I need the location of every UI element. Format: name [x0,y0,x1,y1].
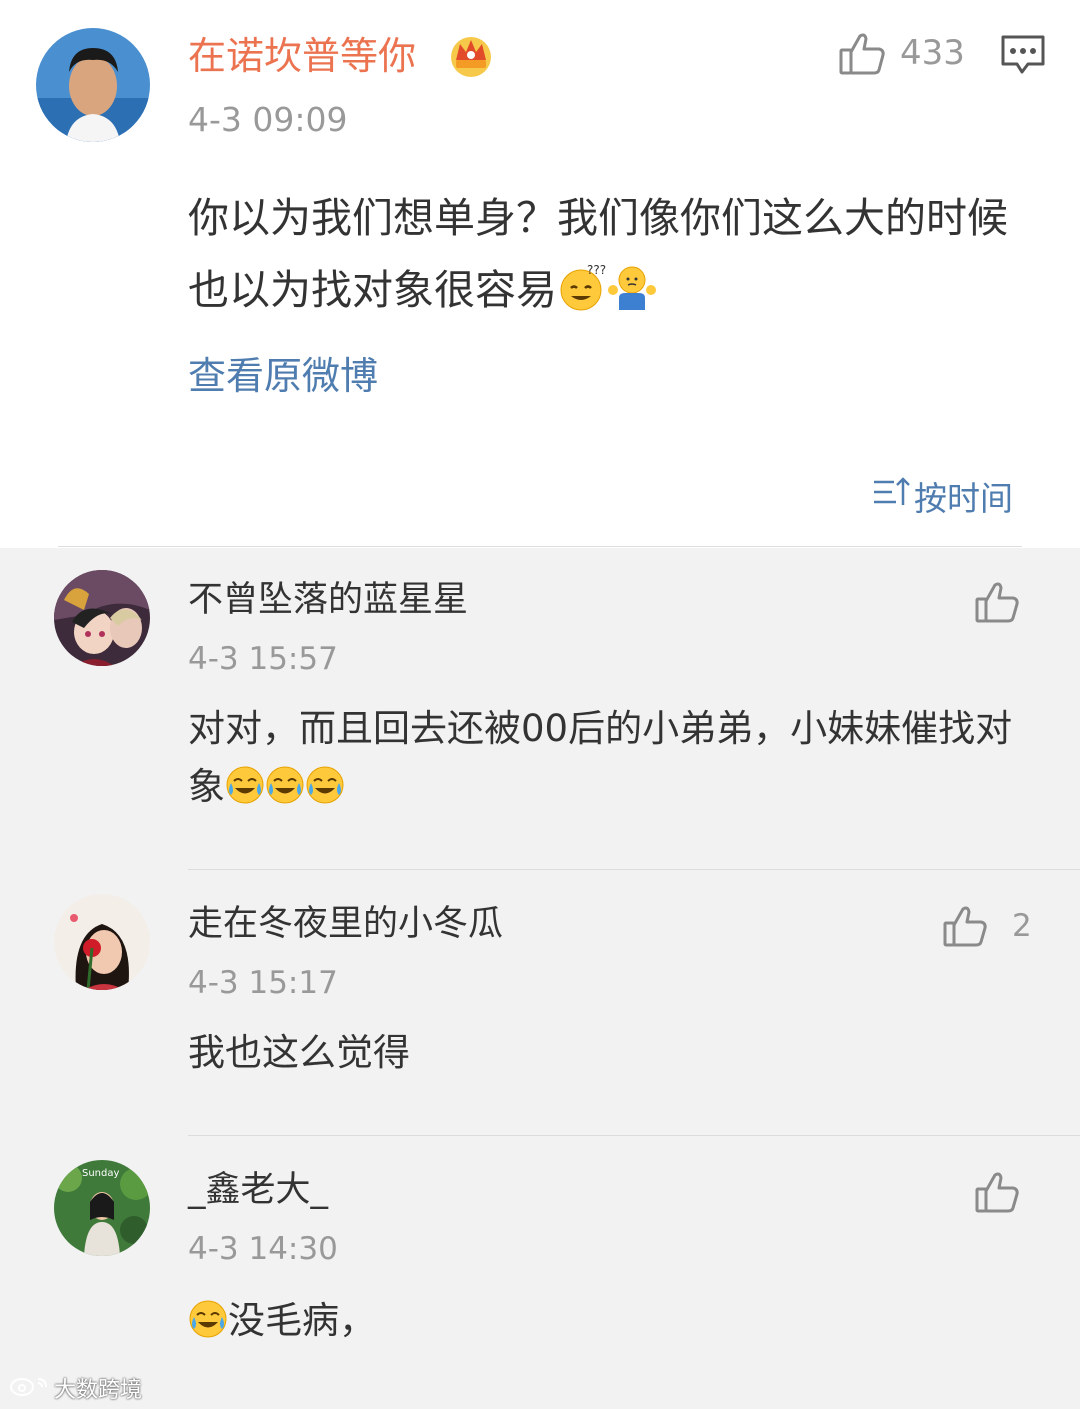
watermark: 大数跨境 [8,1372,142,1404]
list-item: Sunday _鑫老大_ 4-3 14:30 没毛病， [0,1136,1080,1409]
watermark-text: 大数跨境 [54,1378,143,1403]
thumbs-up-icon[interactable] [974,580,1020,624]
main-comment-card: 在诺坎普等你 4-3 09:09 433 你以为我们想单身？我们像你们这么大的时… [0,0,1080,548]
reply-timestamp: 4-3 15:57 [188,641,338,677]
reply-avatar[interactable] [54,894,150,990]
confused-face-emoji-icon: ??? [557,262,607,312]
crown-vip-icon [446,30,496,80]
thumbs-up-icon[interactable] [974,1170,1020,1214]
view-original-weibo-link[interactable]: 查看原微博 [188,350,378,402]
divider [58,546,1022,547]
main-comment-username[interactable]: 在诺坎普等你 [188,30,416,82]
list-item: 走在冬夜里的小冬瓜 2 4-3 15:17 我也这么觉得 [0,870,1080,1136]
crying-laugh-emoji-icon [188,1298,228,1338]
reply-text: 对对，而且回去还被00后的小弟弟，小妹妹催找对象 [188,700,1018,816]
reply-text: 我也这么觉得 [188,1024,1018,1082]
main-comment-text: 你以为我们想单身？我们像你们这么大的时候也以为找对象很容易??? [188,182,1028,326]
sort-label: 按时间 [914,479,1013,518]
reply-text: 没毛病， [188,1292,1018,1350]
svg-text:Sunday: Sunday [82,1168,119,1179]
reply-text-content: 我也这么觉得 [188,1031,410,1074]
main-comment-like-count: 433 [900,33,965,73]
shrug-emoji-icon [607,262,657,312]
svg-text:???: ??? [587,263,606,277]
list-item: 不曾坠落的蓝星星 4-3 15:57 对对，而且回去还被00后的小弟弟，小妹妹催… [0,548,1080,870]
reply-like-count: 2 [1012,908,1032,944]
reply-username[interactable]: 走在冬夜里的小冬瓜 [188,900,503,948]
crying-laugh-emoji-icon [305,764,345,804]
reply-text-content: 没毛病， [228,1299,376,1342]
reply-username[interactable]: _鑫老大_ [188,1166,328,1214]
main-comment-timestamp: 4-3 09:09 [188,100,348,139]
comment-icon[interactable] [1000,34,1046,76]
reply-username[interactable]: 不曾坠落的蓝星星 [188,576,468,624]
main-comment-avatar[interactable] [36,28,150,142]
weibo-logo-icon [8,1373,54,1403]
reply-timestamp: 4-3 15:17 [188,965,338,1001]
thumbs-up-icon[interactable] [838,30,886,76]
crying-laugh-emoji-icon [225,764,265,804]
sort-icon [872,475,914,517]
sort-by-time-button[interactable]: 按时间 [872,474,1013,518]
reply-avatar[interactable] [54,570,150,666]
reply-timestamp: 4-3 14:30 [188,1231,338,1267]
reply-avatar[interactable]: Sunday [54,1160,150,1256]
thumbs-up-icon[interactable] [942,904,988,948]
crying-laugh-emoji-icon [265,764,305,804]
